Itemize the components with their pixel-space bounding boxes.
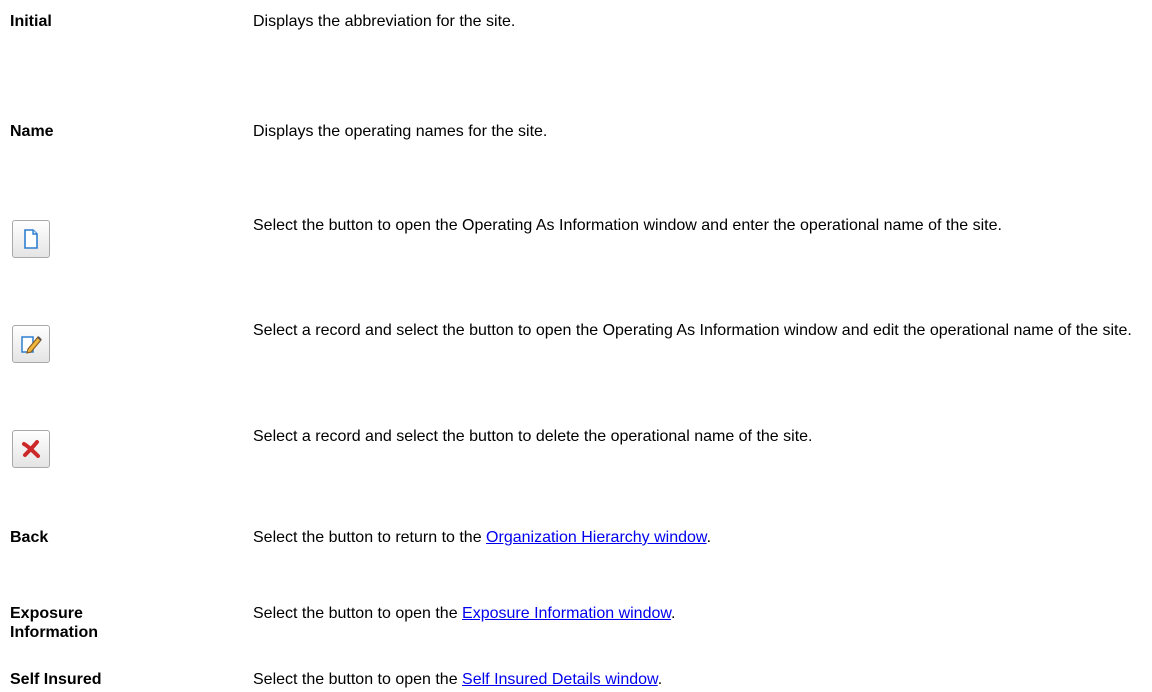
desc-back-text: Select the button to return to the [253, 529, 487, 546]
desc-exposure-text: Select the button to open the [253, 605, 463, 622]
self-insured-details-link[interactable]: Self Insured Details window [462, 671, 658, 688]
term-exposure-line2: Information [10, 624, 98, 641]
desc-delete: Select a record and select the button to… [253, 428, 813, 445]
delete-button[interactable] [12, 430, 50, 468]
new-button[interactable] [12, 220, 50, 258]
desc-back: Select the button to return to the Organ… [253, 528, 1133, 547]
desc-exposure-end: . [671, 605, 676, 622]
term-initial: Initial [10, 13, 52, 30]
desc-initial: Displays the abbreviation for the site. [253, 13, 516, 30]
desc-back-end: . [706, 529, 712, 546]
term-exposure: Exposure Information [10, 604, 160, 642]
term-self-insured: Self Insured [10, 671, 102, 688]
desc-new: Select the button to open the Operating … [253, 217, 1002, 234]
desc-edit: Select a record and select the button to… [253, 322, 1132, 339]
term-exposure-line1: Exposure [10, 605, 83, 622]
organization-hierarchy-link[interactable]: Organization Hierarchy window [486, 529, 707, 546]
delete-x-icon [22, 440, 40, 458]
desc-self-insured-end: . [657, 671, 663, 688]
desc-self-insured-text: Select the button to open the [253, 671, 463, 688]
exposure-information-link[interactable]: Exposure Information window [462, 605, 671, 622]
desc-exposure: Select the button to open the Exposure I… [253, 604, 1133, 623]
term-back: Back [10, 529, 49, 546]
edit-pencil-icon [21, 336, 42, 354]
new-document-icon [24, 229, 38, 249]
term-name: Name [10, 123, 54, 140]
desc-self-insured: Select the button to open the Self Insur… [253, 670, 1133, 689]
edit-button[interactable] [12, 325, 50, 363]
desc-name: Displays the operating names for the sit… [253, 123, 548, 140]
